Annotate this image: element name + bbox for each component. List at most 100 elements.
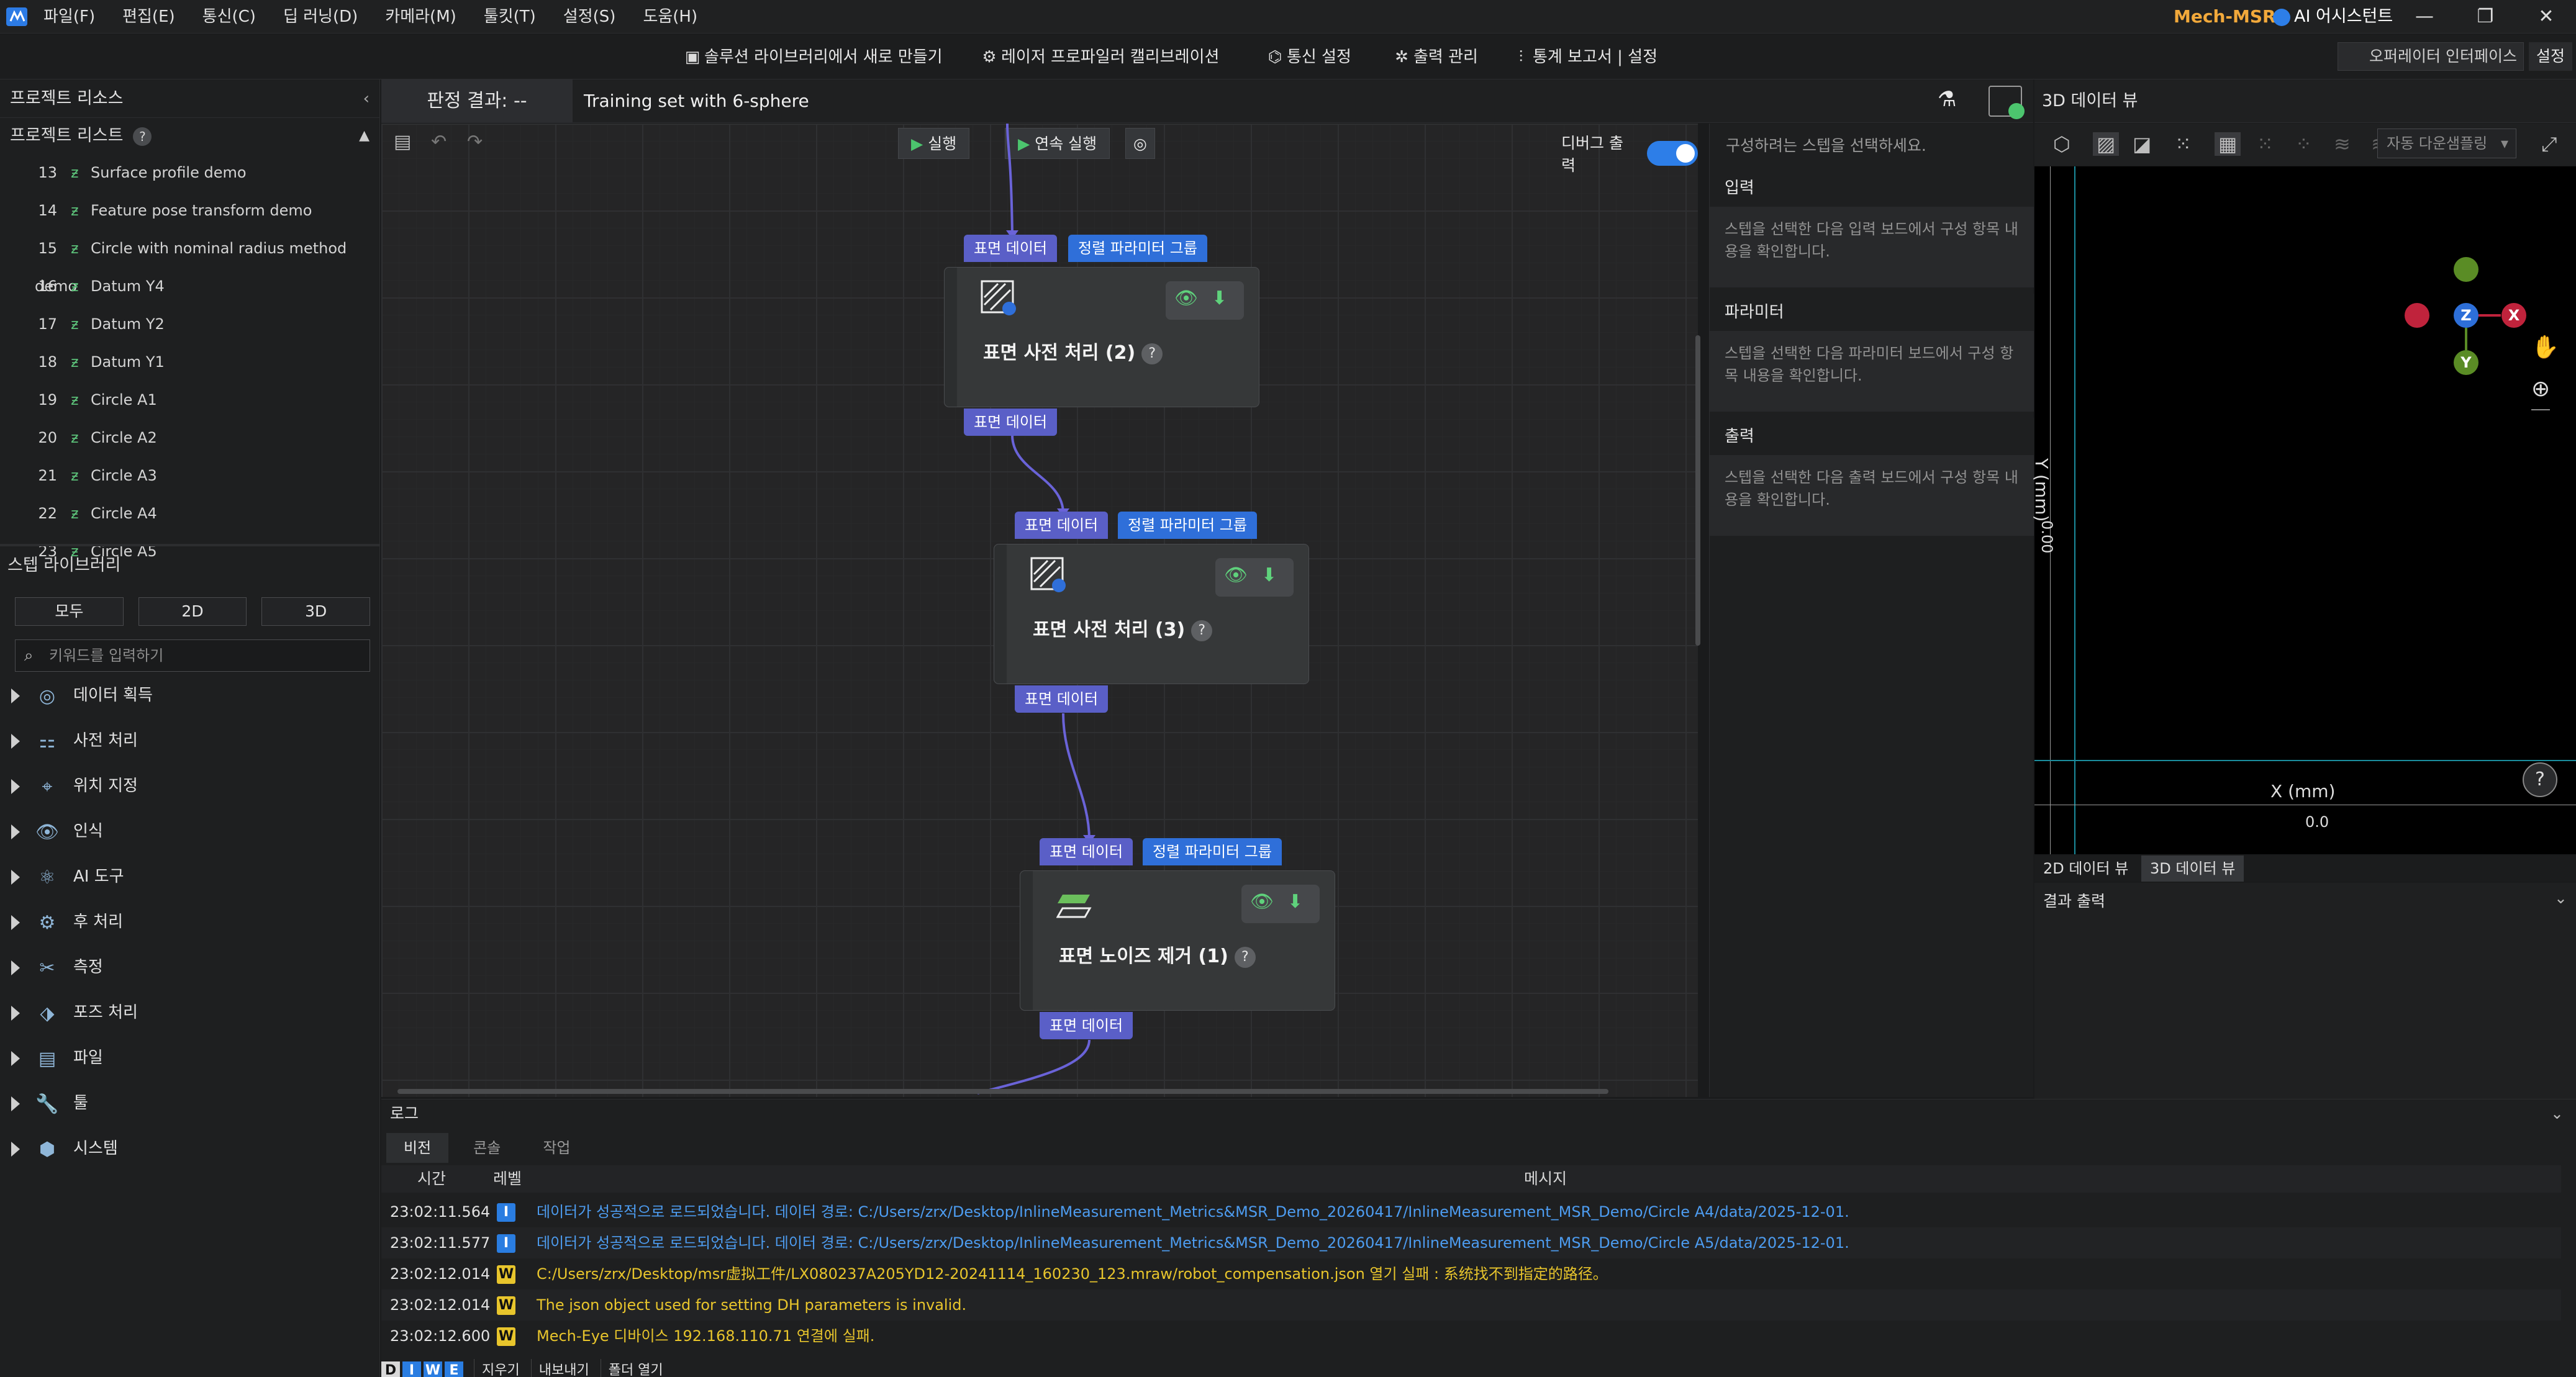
dots-icon[interactable]: ⁘	[2295, 132, 2312, 156]
node3-input-port-surface[interactable]: 표면 데이터	[1040, 838, 1133, 865]
filter-error-button[interactable]: E	[445, 1361, 463, 1377]
menu-deep-learning[interactable]: 딥 러닝(D)	[283, 0, 358, 34]
texture-icon[interactable]: ▨	[2093, 132, 2120, 156]
node2-input-port-align[interactable]: 정렬 파라미터 그룹	[1118, 512, 1257, 539]
judge-result-tab[interactable]: 판정 결과: --	[381, 79, 573, 123]
filter-debug-button[interactable]: D	[381, 1361, 400, 1377]
collapse-panel-icon[interactable]: ‹	[363, 79, 370, 118]
project-list-item[interactable]: 19 ƶ Circle A1	[0, 381, 379, 419]
menu-camera[interactable]: 카메라(M)	[385, 0, 456, 34]
step-category[interactable]: ◎ 데이터 획득	[0, 673, 380, 718]
step-category[interactable]: ✂ 측정	[0, 945, 380, 990]
download-icon[interactable]: ⬇	[1287, 891, 1303, 913]
surface-icon[interactable]: ◪	[2133, 132, 2151, 156]
help-icon[interactable]: ?	[1141, 343, 1163, 364]
node1-input-port-align[interactable]: 정렬 파라미터 그룹	[1068, 235, 1207, 262]
output-mgmt-button[interactable]: ✲ 출력 관리	[1394, 35, 1478, 79]
settings-button[interactable]: 설정	[2529, 42, 2572, 71]
tab-vision[interactable]: 비전	[386, 1133, 449, 1163]
layers-icon[interactable]: ≋	[2334, 132, 2351, 156]
help-icon[interactable]: ?	[133, 127, 152, 146]
menu-comm[interactable]: 통신(C)	[202, 0, 256, 34]
eye-icon[interactable]: 👁	[1224, 564, 1248, 586]
log-row[interactable]: 23:02:11.564 I 데이터가 성공적으로 로드되었습니다. 데이터 경로:…	[381, 1196, 2561, 1227]
step-category[interactable]: ⌖ 위치 지정	[0, 764, 380, 809]
project-list-item[interactable]: 15 ƶ Circle with nominal radius method dem…	[0, 230, 379, 295]
node1-output-port-surface[interactable]: 표면 데이터	[964, 409, 1058, 436]
download-icon[interactable]: ⬇	[1261, 564, 1277, 586]
tab-console[interactable]: 콘솔	[456, 1133, 518, 1163]
tab-3d-data-view[interactable]: 3D 데이터 뷰	[2141, 856, 2244, 882]
project-list-item[interactable]: 21 ƶ Circle A3	[0, 457, 379, 495]
project-list-item[interactable]: 20 ƶ Circle A2	[0, 419, 379, 457]
log-row[interactable]: 23:02:12.600 W Mech-Eye 디바이스 192.168.110.7…	[381, 1321, 2561, 1352]
chevron-down-icon[interactable]: ⌄	[2554, 889, 2567, 907]
node3-output-port-surface[interactable]: 표면 데이터	[1040, 1012, 1133, 1039]
export-log-button[interactable]: 내보내기	[530, 1359, 597, 1377]
comm-settings-button[interactable]: ⌬ 통신 설정	[1267, 35, 1351, 79]
step-search-input[interactable]: ⌕ 키워드를 입력하기	[15, 639, 370, 672]
step-category[interactable]: 👁 인식	[0, 809, 380, 854]
menu-help[interactable]: 도움(H)	[643, 0, 697, 34]
help-icon[interactable]: ?	[1191, 620, 1213, 641]
node1-input-port-surface[interactable]: 표면 데이터	[964, 235, 1058, 262]
filter-warn-button[interactable]: W	[424, 1361, 442, 1377]
dots-icon[interactable]: ⁙	[2257, 132, 2274, 156]
filter-info-button[interactable]: I	[402, 1361, 421, 1377]
step-node-surface-preprocess-2[interactable]: 👁 ⬇ 표면 사전 처리 (2)?	[944, 267, 1259, 407]
step-category[interactable]: ⚏ 사전 처리	[0, 718, 380, 764]
new-from-library-button[interactable]: ▣ 솔루션 라이브러리에서 새로 만들기	[684, 35, 943, 79]
clean-icon[interactable]: ⚗	[1938, 87, 1965, 114]
menu-toolkit[interactable]: 툴킷(T)	[484, 0, 536, 34]
project-list-item[interactable]: 18 ƶ Datum Y1	[0, 343, 379, 381]
chevron-down-icon[interactable]: ⌄	[2551, 1099, 2564, 1128]
tab-task[interactable]: 작업	[525, 1133, 587, 1163]
point-grid-icon[interactable]: ⁙	[2175, 132, 2192, 156]
filter-2d-button[interactable]: 2D	[138, 597, 247, 626]
help-button[interactable]: ?	[2523, 762, 2557, 797]
canvas-horizontal-scrollbar[interactable]	[397, 1089, 1608, 1094]
ai-assistant-button[interactable]: AI 어시스턴트	[2273, 0, 2393, 34]
collapse-list-icon[interactable]: ▲	[359, 118, 370, 154]
tab-2d-data-view[interactable]: 2D 데이터 뷰	[2034, 856, 2137, 882]
deploy-icon[interactable]	[1989, 86, 2025, 119]
cube-view-icon[interactable]: ⬡	[2053, 132, 2070, 156]
minimize-button[interactable]: —	[2406, 0, 2443, 34]
axis-gizmo[interactable]: Z X Y	[2402, 253, 2526, 375]
step-node-surface-preprocess-3[interactable]: 👁 ⬇ 표면 사전 처리 (3)?	[994, 544, 1309, 684]
project-list-item[interactable]: 16 ƶ Datum Y4	[0, 268, 379, 305]
log-row[interactable]: 23:02:12.014 W C:/Users/zrx/Desktop/msr虚拟工…	[381, 1258, 2561, 1289]
node2-input-port-surface[interactable]: 표면 데이터	[1015, 512, 1109, 539]
eye-icon[interactable]: 👁	[1250, 891, 1274, 913]
step-category[interactable]: ⚛ AI 도구	[0, 854, 380, 900]
step-category[interactable]: ▤ 파일	[0, 1036, 380, 1081]
menu-edit[interactable]: 편집(E)	[122, 0, 175, 34]
project-list-item[interactable]: 17 ƶ Datum Y2	[0, 305, 379, 343]
operator-interface-button[interactable]: 오퍼레이터 인터페이스	[2338, 42, 2524, 71]
canvas-vertical-scrollbar[interactable]	[1695, 335, 1700, 646]
filter-all-button[interactable]: 모두	[15, 597, 124, 626]
log-row[interactable]: 23:02:12.014 W The json object used for se…	[381, 1289, 2561, 1321]
splitter[interactable]	[0, 544, 380, 546]
node3-input-port-align[interactable]: 정렬 파라미터 그룹	[1143, 838, 1282, 865]
menu-file[interactable]: 파일(F)	[43, 0, 95, 34]
step-node-surface-noise-removal-1[interactable]: 👁 ⬇ 표면 노이즈 제거 (1)?	[1020, 870, 1335, 1011]
eye-icon[interactable]: 👁	[1174, 287, 1198, 309]
open-folder-button[interactable]: 폴더 열기	[600, 1359, 671, 1377]
menu-settings[interactable]: 설정(S)	[563, 0, 616, 34]
3d-viewport[interactable]: Y (mm) 0.00 X (mm) 0.0 Z X Y ✋ ⊕ ?	[2031, 166, 2576, 854]
project-list-item[interactable]: 13 ƶ Surface profile demo	[0, 154, 379, 192]
stats-report-button[interactable]: ⫶ 통계 보고서 | 설정	[1513, 35, 1658, 79]
step-category[interactable]: ⚙ 후 처리	[0, 900, 380, 945]
step-category[interactable]: 🔧 툴	[0, 1081, 380, 1126]
filter-3d-button[interactable]: 3D	[261, 597, 371, 626]
log-row[interactable]: 23:02:11.577 I 데이터가 성공적으로 로드되었습니다. 데이터 경로:…	[381, 1227, 2561, 1258]
laser-calibration-button[interactable]: ⚙ 레이저 프로파일러 캘리브레이션	[981, 35, 1219, 79]
clear-log-button[interactable]: 지우기	[474, 1359, 527, 1377]
close-button[interactable]: ✕	[2528, 0, 2565, 34]
expand-icon[interactable]: ⤢	[2541, 132, 2557, 156]
project-list-item[interactable]: 14 ƶ Feature pose transform demo	[0, 192, 379, 230]
zoom-icon[interactable]: ⊕	[2531, 376, 2551, 410]
help-icon[interactable]: ?	[1234, 946, 1256, 968]
downsample-select[interactable]: 자동 다운샘플링 ▾	[2377, 129, 2516, 158]
